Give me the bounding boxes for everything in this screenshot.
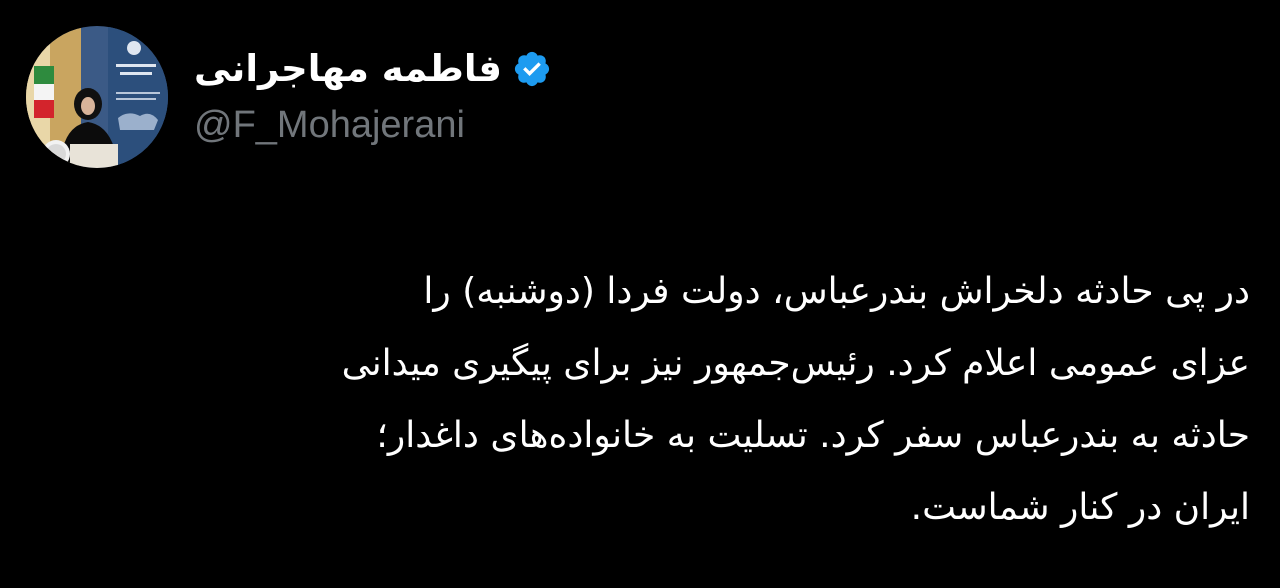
- author-names: فاطمه مهاجرانی @F_Mohajerani: [194, 45, 552, 149]
- tweet-card: فاطمه مهاجرانی @F_Mohajerani در پی حادثه…: [0, 0, 1280, 588]
- tweet-header: فاطمه مهاجرانی @F_Mohajerani: [26, 26, 552, 168]
- avatar-image: [26, 26, 168, 168]
- tweet-text: در پی حادثه دلخراش بندرعباس، دولت فردا (…: [341, 271, 1250, 528]
- name-row: فاطمه مهاجرانی: [194, 45, 552, 93]
- verified-badge-icon: [514, 51, 550, 87]
- author-avatar[interactable]: [26, 26, 168, 168]
- author-display-name[interactable]: فاطمه مهاجرانی: [194, 45, 502, 93]
- author-handle[interactable]: @F_Mohajerani: [194, 101, 552, 149]
